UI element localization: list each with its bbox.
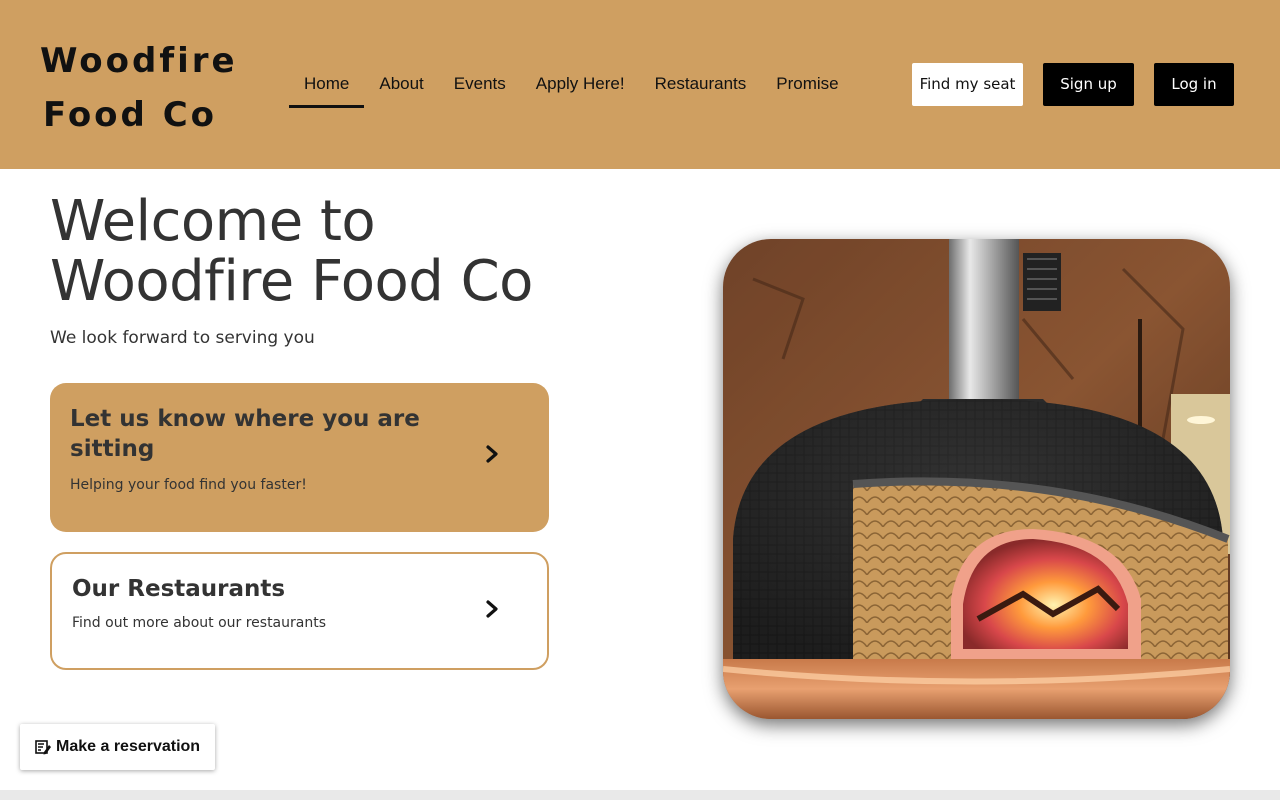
sign-up-button[interactable]: Sign up (1043, 63, 1134, 106)
seat-card-description: Helping your food find you faster! (70, 477, 307, 493)
site-logo[interactable]: Woodfire Food Co (40, 34, 238, 142)
hero-title-line-1: Welcome to (50, 189, 376, 254)
main-nav: Home About Events Apply Here! Restaurant… (289, 60, 854, 108)
footer-strip (0, 790, 1280, 800)
find-my-seat-button[interactable]: Find my seat (912, 63, 1023, 106)
restaurants-card-title: Our Restaurants (72, 576, 286, 602)
make-reservation-label: Make a reservation (56, 738, 201, 755)
pizza-oven-illustration (723, 239, 1230, 719)
hero-subtitle: We look forward to serving you (50, 328, 315, 348)
nav-apply[interactable]: Apply Here! (521, 60, 640, 108)
chevron-right-icon (486, 600, 498, 618)
logo-line-2: Food Co (42, 95, 218, 135)
hero-title: Welcome to Woodfire Food Co (50, 192, 610, 312)
nav-restaurants[interactable]: Restaurants (640, 60, 762, 108)
edit-note-icon (35, 740, 51, 755)
make-reservation-button[interactable]: Make a reservation (20, 724, 215, 770)
nav-home[interactable]: Home (289, 60, 365, 108)
hero-title-line-2: Woodfire Food Co (50, 249, 533, 314)
pizza-oven-image (723, 239, 1230, 719)
restaurants-card[interactable]: Our Restaurants Find out more about our … (50, 552, 549, 670)
nav-events[interactable]: Events (439, 60, 521, 108)
logo-line-1: Woodfire (40, 41, 238, 81)
nav-about[interactable]: About (364, 60, 438, 108)
log-in-button[interactable]: Log in (1154, 63, 1234, 106)
seat-card[interactable]: Let us know where you are sitting Helpin… (50, 383, 549, 532)
restaurants-card-description: Find out more about our restaurants (72, 615, 327, 631)
seat-card-title: Let us know where you are sitting (70, 406, 420, 462)
chevron-right-icon (486, 445, 498, 463)
site-header: Woodfire Food Co Home About Events Apply… (0, 0, 1280, 169)
nav-promise[interactable]: Promise (761, 60, 853, 108)
